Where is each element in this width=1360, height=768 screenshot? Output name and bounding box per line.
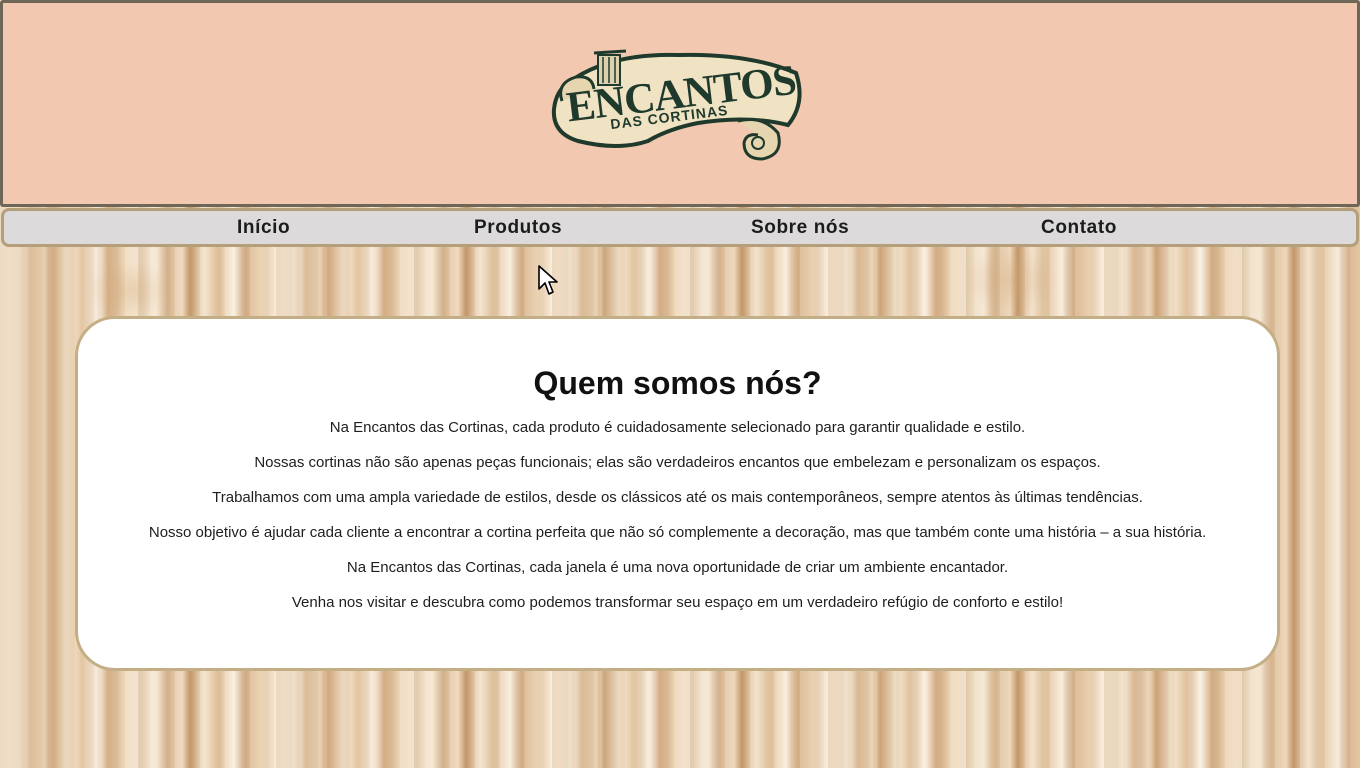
logo[interactable]: ENCANTOS DAS CORTINAS bbox=[548, 43, 810, 165]
about-paragraph: Na Encantos das Cortinas, cada produto é… bbox=[329, 419, 1026, 436]
nav-link-contato[interactable]: Contato bbox=[1041, 217, 1117, 239]
about-section: Quem somos nós? Na Encantos das Cortinas… bbox=[75, 316, 1280, 671]
about-title: Quem somos nós? bbox=[533, 365, 822, 401]
main-navigation: Início Produtos Sobre nós Contato bbox=[1, 208, 1359, 247]
nav-link-inicio[interactable]: Início bbox=[237, 217, 290, 239]
site-header: ENCANTOS DAS CORTINAS bbox=[0, 0, 1360, 207]
about-paragraph: Na Encantos das Cortinas, cada janela é … bbox=[346, 559, 1009, 576]
about-paragraph: Venha nos visitar e descubra como podemo… bbox=[291, 594, 1064, 611]
about-text: Na Encantos das Cortinas, cada produto é… bbox=[78, 419, 1277, 611]
mouse-pointer-icon bbox=[538, 265, 558, 297]
about-paragraph: Nosso objetivo é ajudar cada cliente a e… bbox=[148, 524, 1207, 541]
about-paragraph: Trabalhamos com uma ampla variedade de e… bbox=[212, 489, 1143, 506]
nav-link-sobre-nos[interactable]: Sobre nós bbox=[751, 217, 849, 239]
nav-link-produtos[interactable]: Produtos bbox=[474, 217, 562, 239]
about-paragraph: Nossas cortinas não são apenas peças fun… bbox=[254, 454, 1101, 471]
logo-text: ENCANTOS DAS CORTINAS bbox=[548, 43, 810, 165]
